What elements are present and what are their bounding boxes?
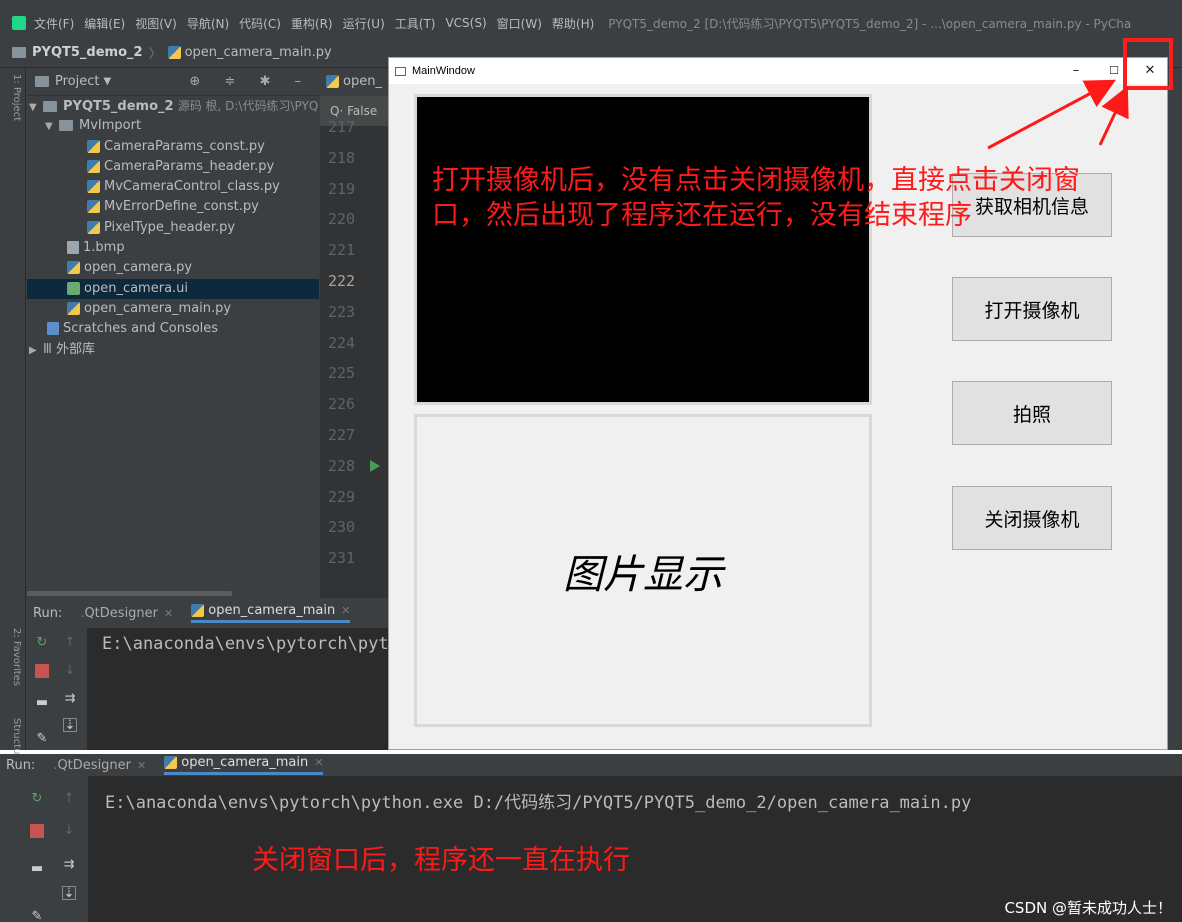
run-panel-header: Run: .QtDesigner ✕ open_camera_main ✕ (0, 754, 1182, 776)
tab-open-camera-main-label: open_camera_main (181, 755, 309, 770)
close-icon[interactable]: ✕ (314, 756, 323, 769)
annotation-arrows (987, 79, 1129, 150)
watermark: CSDN @暂未成功人士！ (1004, 899, 1172, 917)
arrow-up-icon[interactable]: ↑ (62, 792, 76, 806)
arrow-icon (1098, 85, 1129, 146)
annotation-bottom: 关闭窗口后，程序还一直在执行 (252, 845, 630, 876)
python-file-icon (164, 756, 178, 769)
stop-icon[interactable] (30, 824, 44, 838)
arrow-icon (987, 79, 1116, 150)
scroll-to-end-icon[interactable]: ⇣ (62, 886, 76, 901)
rerun-icon[interactable]: ↻ (30, 792, 44, 806)
tab-qtdesigner-label: QtDesigner (57, 757, 132, 773)
console-output-line: E:\anaconda\envs\pytorch\python.exe D:/代… (105, 793, 972, 813)
tab-qtdesigner[interactable]: .QtDesigner ✕ (53, 758, 146, 773)
pin-icon[interactable]: ✎ (30, 910, 44, 922)
close-icon[interactable]: ✕ (137, 759, 146, 772)
run-label: Run: (6, 757, 36, 773)
soft-wrap-icon[interactable]: ⇉ (62, 858, 76, 872)
run-toolbar: ↻ ↑ ↓ ▬ ⇉ ⇣ ✎ (0, 776, 88, 922)
tab-open-camera-main[interactable]: open_camera_main ✕ (164, 755, 324, 775)
arrow-down-icon[interactable]: ↓ (62, 824, 76, 838)
layout-icon[interactable]: ▬ (30, 862, 44, 876)
run-panel-bottom: Run: .QtDesigner ✕ open_camera_main ✕ ↻ ↑ … (0, 754, 1182, 922)
